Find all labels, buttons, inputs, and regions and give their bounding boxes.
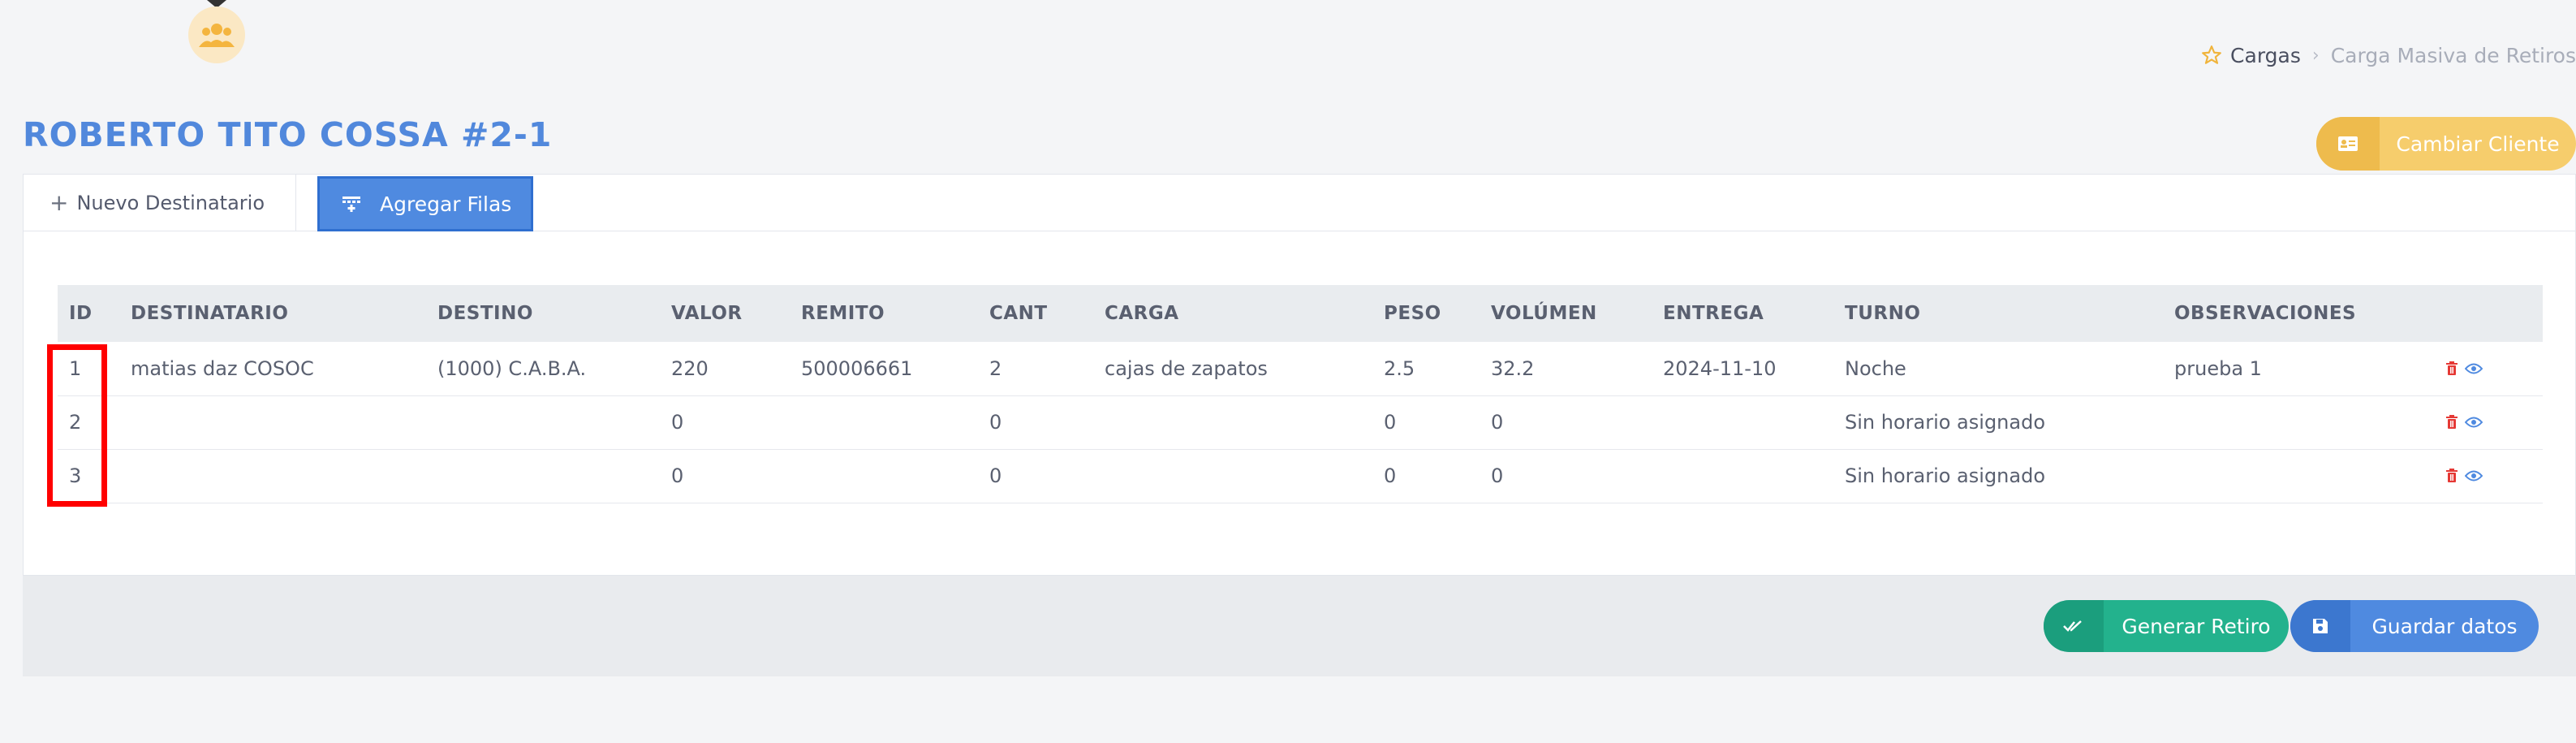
cell-quantity[interactable]: 0: [978, 449, 1093, 503]
column-header-volume[interactable]: VOLÚMEN: [1480, 285, 1652, 342]
cell-delivery[interactable]: [1652, 449, 1833, 503]
change-client-button[interactable]: Cambiar Cliente: [2316, 117, 2576, 171]
trash-icon[interactable]: [2445, 415, 2458, 430]
cell-shift[interactable]: Noche: [1833, 342, 2163, 395]
add-rows-label: Agregar Filas: [380, 192, 512, 216]
breadcrumb-current: Carga Masiva de Retiros: [2330, 43, 2576, 67]
trash-icon[interactable]: [2445, 361, 2458, 376]
cell-actions: [2434, 449, 2543, 503]
cell-weight[interactable]: 2.5: [1372, 342, 1480, 395]
table-header-row: ID DESTINATARIO DESTINO VALOR REMITO CAN…: [58, 285, 2543, 342]
column-header-remito[interactable]: REMITO: [790, 285, 978, 342]
column-header-quantity[interactable]: CANT: [978, 285, 1093, 342]
cell-weight[interactable]: 0: [1372, 395, 1480, 449]
cell-delivery[interactable]: [1652, 395, 1833, 449]
breadcrumb-home-label: Cargas: [2230, 43, 2301, 67]
column-header-destination[interactable]: DESTINO: [426, 285, 660, 342]
change-client-label: Cambiar Cliente: [2396, 132, 2560, 156]
double-check-icon: [2044, 600, 2104, 652]
id-card-icon: [2316, 117, 2380, 171]
column-header-cargo[interactable]: CARGA: [1093, 285, 1372, 342]
generate-pickup-button[interactable]: Generar Retiro: [2044, 600, 2289, 652]
column-header-shift[interactable]: TURNO: [1833, 285, 2163, 342]
table-row[interactable]: 1 matias daz COSOC (1000) C.A.B.A. 220 5…: [58, 342, 2543, 395]
cell-actions: [2434, 342, 2543, 395]
cell-recipient[interactable]: [119, 449, 426, 503]
id-column-highlight: [47, 344, 107, 507]
cell-value[interactable]: 0: [660, 395, 790, 449]
cell-remito[interactable]: [790, 395, 978, 449]
new-recipient-label: Nuevo Destinatario: [76, 191, 265, 214]
table-rows-icon: [342, 197, 360, 212]
cell-weight[interactable]: 0: [1372, 449, 1480, 503]
save-data-button[interactable]: Guardar datos: [2290, 600, 2539, 652]
star-icon: [2202, 45, 2221, 64]
recipients-table: ID DESTINATARIO DESTINO VALOR REMITO CAN…: [58, 285, 2543, 503]
users-group-icon: [199, 24, 235, 47]
generate-pickup-label: Generar Retiro: [2122, 614, 2271, 638]
cell-actions: [2434, 395, 2543, 449]
bulk-pickup-card: + Nuevo Destinatario Agregar Filas ID DE…: [23, 174, 2576, 576]
cell-delivery[interactable]: 2024-11-10: [1652, 342, 1833, 395]
cell-shift[interactable]: Sin horario asignado: [1833, 449, 2163, 503]
card-tabs: + Nuevo Destinatario Agregar Filas: [24, 175, 2575, 231]
table-row[interactable]: 2 0 0 0 0 Sin horario asignado: [58, 395, 2543, 449]
cell-volume[interactable]: 0: [1480, 449, 1652, 503]
cell-recipient[interactable]: [119, 395, 426, 449]
cell-observations[interactable]: prueba 1: [2163, 342, 2434, 395]
cell-remito[interactable]: [790, 449, 978, 503]
cell-cargo[interactable]: [1093, 395, 1372, 449]
save-data-label: Guardar datos: [2371, 614, 2518, 638]
eye-icon[interactable]: [2465, 417, 2483, 428]
trash-icon[interactable]: [2445, 469, 2458, 483]
cell-observations[interactable]: [2163, 395, 2434, 449]
column-header-id[interactable]: ID: [58, 285, 119, 342]
eye-icon[interactable]: [2465, 363, 2483, 374]
column-header-weight[interactable]: PESO: [1372, 285, 1480, 342]
cell-recipient[interactable]: matias daz COSOC: [119, 342, 426, 395]
cell-value[interactable]: 0: [660, 449, 790, 503]
cell-destination[interactable]: [426, 395, 660, 449]
plus-icon: +: [50, 189, 69, 216]
column-header-actions: [2434, 285, 2543, 342]
eye-icon[interactable]: [2465, 470, 2483, 482]
cell-volume[interactable]: 32.2: [1480, 342, 1652, 395]
cell-cargo[interactable]: cajas de zapatos: [1093, 342, 1372, 395]
page-title: ROBERTO TITO COSSA #2-1: [23, 115, 553, 154]
cell-destination[interactable]: [426, 449, 660, 503]
column-header-value[interactable]: VALOR: [660, 285, 790, 342]
breadcrumb-home[interactable]: Cargas: [2201, 44, 2301, 67]
add-rows-button[interactable]: Agregar Filas: [317, 176, 533, 231]
floppy-disk-icon: [2290, 600, 2350, 652]
cell-observations[interactable]: [2163, 449, 2434, 503]
table-row[interactable]: 3 0 0 0 0 Sin horario asignado: [58, 449, 2543, 503]
cell-destination[interactable]: (1000) C.A.B.A.: [426, 342, 660, 395]
breadcrumb: Cargas › Carga Masiva de Retiros: [2201, 41, 2576, 70]
column-header-recipient[interactable]: DESTINATARIO: [119, 285, 426, 342]
cell-cargo[interactable]: [1093, 449, 1372, 503]
column-header-delivery[interactable]: ENTREGA: [1652, 285, 1833, 342]
avatar[interactable]: [188, 6, 245, 63]
column-header-observations[interactable]: OBSERVACIONES: [2163, 285, 2434, 342]
cell-value[interactable]: 220: [660, 342, 790, 395]
cell-shift[interactable]: Sin horario asignado: [1833, 395, 2163, 449]
new-recipient-tab[interactable]: + Nuevo Destinatario: [24, 175, 296, 231]
cell-quantity[interactable]: 0: [978, 395, 1093, 449]
cell-volume[interactable]: 0: [1480, 395, 1652, 449]
breadcrumb-separator-icon: ›: [2311, 45, 2320, 66]
cell-quantity[interactable]: 2: [978, 342, 1093, 395]
cell-remito[interactable]: 500006661: [790, 342, 978, 395]
